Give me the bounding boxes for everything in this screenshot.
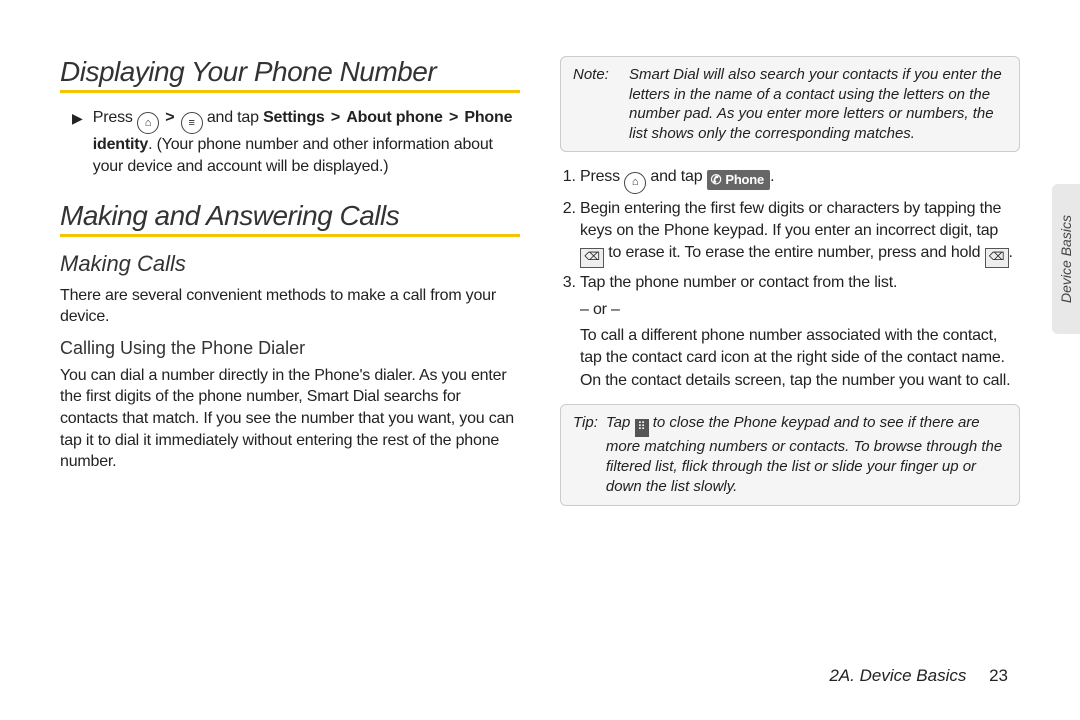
path-settings: Settings: [263, 109, 325, 126]
text: and tap: [207, 109, 263, 126]
step-3: Tap the phone number or contact from the…: [580, 272, 1020, 392]
paragraph: There are several convenient methods to …: [60, 285, 520, 328]
home-key-icon: ⌂: [137, 112, 159, 134]
triangle-bullet-icon: ▶: [72, 110, 83, 178]
section-tab-label: Device Basics: [1058, 215, 1074, 303]
footer-chapter: 2A. Device Basics: [829, 666, 966, 685]
heading-display-number: Displaying Your Phone Number: [60, 56, 520, 88]
text: . (Your phone number and other informati…: [93, 136, 493, 175]
menu-key-icon: ≡: [181, 112, 203, 134]
phone-label: Phone: [725, 171, 764, 189]
phone-app-button: ✆ Phone: [707, 170, 770, 190]
text: Press: [580, 168, 624, 185]
erase-key-icon: ⌫: [580, 248, 604, 268]
page-footer: 2A. Device Basics 23: [829, 666, 1008, 686]
subheading-phone-dialer: Calling Using the Phone Dialer: [60, 338, 520, 359]
gt: >: [447, 109, 460, 126]
heading-making-answering: Making and Answering Calls: [60, 200, 520, 232]
paragraph: You can dial a number directly in the Ph…: [60, 365, 520, 473]
note-body: Smart Dial will also search your contact…: [629, 65, 1007, 143]
footer-page-number: 23: [989, 666, 1008, 685]
home-key-icon: ⌂: [624, 172, 646, 194]
or-divider: – or –: [580, 299, 1020, 321]
instruction-bullet: ▶ Press ⌂ > ≡ and tap Settings > About p…: [72, 107, 520, 178]
gt: >: [329, 109, 342, 126]
text: .: [770, 168, 774, 185]
subheading-making-calls: Making Calls: [60, 251, 520, 277]
steps-list: Press ⌂ and tap ✆ Phone . Begin entering…: [560, 166, 1020, 392]
text: Begin entering the first few digits or c…: [580, 200, 1001, 239]
tip-body: to close the Phone keypad and to see if …: [606, 414, 1002, 495]
step-2: Begin entering the first few digits or c…: [580, 198, 1020, 268]
tip-label: Tip:: [573, 413, 598, 497]
note-box: Note: Smart Dial will also search your c…: [560, 56, 1020, 152]
text: Press: [93, 109, 137, 126]
text: Tap the phone number or contact from the…: [580, 274, 897, 291]
tip-box: Tip: Tap ⠿ to close the Phone keypad and…: [560, 404, 1020, 506]
text: Tap: [606, 414, 635, 431]
left-column: Displaying Your Phone Number ▶ Press ⌂ >…: [60, 56, 520, 680]
text: .: [1009, 244, 1013, 261]
text: to erase it. To erase the entire number,…: [608, 244, 984, 261]
step-1: Press ⌂ and tap ✆ Phone .: [580, 166, 1020, 194]
text: To call a different phone number associa…: [580, 327, 1010, 389]
rule: [60, 90, 520, 93]
path-about-phone: About phone: [346, 109, 442, 126]
note-label: Note:: [573, 65, 619, 143]
gt: >: [163, 109, 176, 126]
text: and tap: [650, 168, 706, 185]
right-column: Note: Smart Dial will also search your c…: [560, 56, 1020, 680]
keypad-icon: ⠿: [635, 419, 649, 437]
phone-handset-icon: ✆: [711, 171, 722, 189]
rule: [60, 234, 520, 237]
erase-key-icon: ⌫: [985, 248, 1009, 268]
section-tab: Device Basics: [1052, 184, 1080, 334]
